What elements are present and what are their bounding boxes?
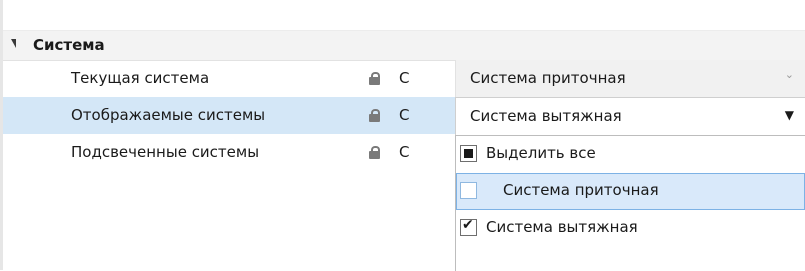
- select-value: Система вытяжная: [470, 107, 622, 125]
- property-flag: C: [399, 143, 410, 161]
- property-name: Отображаемые системы: [71, 106, 266, 124]
- property-flag: C: [399, 106, 410, 124]
- checkbox-checked-icon[interactable]: [460, 217, 477, 236]
- select-value: Система приточная: [470, 69, 626, 87]
- chevron-down-icon[interactable]: ⌄: [785, 68, 794, 81]
- displayed-systems-select[interactable]: Система вытяжная ▼: [455, 97, 805, 136]
- option-select-all[interactable]: Выделить все: [456, 136, 805, 173]
- property-row-displayed-systems[interactable]: Отображаемые системы C Система вытяжная …: [3, 97, 805, 136]
- option-label: Система вытяжная: [486, 218, 638, 236]
- option-label: Система приточная: [503, 181, 659, 199]
- chevron-down-icon[interactable]: ▼: [785, 108, 794, 122]
- option-exhaust-system[interactable]: Система вытяжная: [456, 210, 805, 247]
- option-label: Выделить все: [486, 144, 596, 162]
- property-flag: C: [399, 69, 410, 87]
- lock-icon: [369, 145, 380, 163]
- collapse-triangle-icon[interactable]: [11, 39, 16, 48]
- category-row-system[interactable]: Система: [3, 31, 805, 61]
- previous-row-clipped: [3, 0, 805, 31]
- systems-dropdown-list[interactable]: Выделить все Система приточная Система в…: [455, 135, 805, 271]
- lock-icon: [369, 71, 380, 89]
- property-name: Подсвеченные системы: [71, 143, 260, 161]
- current-system-select[interactable]: Система приточная ⌄: [455, 60, 805, 97]
- checkbox-indeterminate-icon[interactable]: [460, 145, 477, 162]
- category-label: Система: [33, 36, 105, 54]
- checkbox-unchecked-icon[interactable]: [460, 182, 477, 199]
- option-supply-system[interactable]: Система приточная: [456, 173, 805, 210]
- property-row-current-system[interactable]: Текущая система C Система приточная ⌄: [3, 60, 805, 97]
- lock-icon: [369, 108, 380, 126]
- property-name: Текущая система: [71, 69, 210, 87]
